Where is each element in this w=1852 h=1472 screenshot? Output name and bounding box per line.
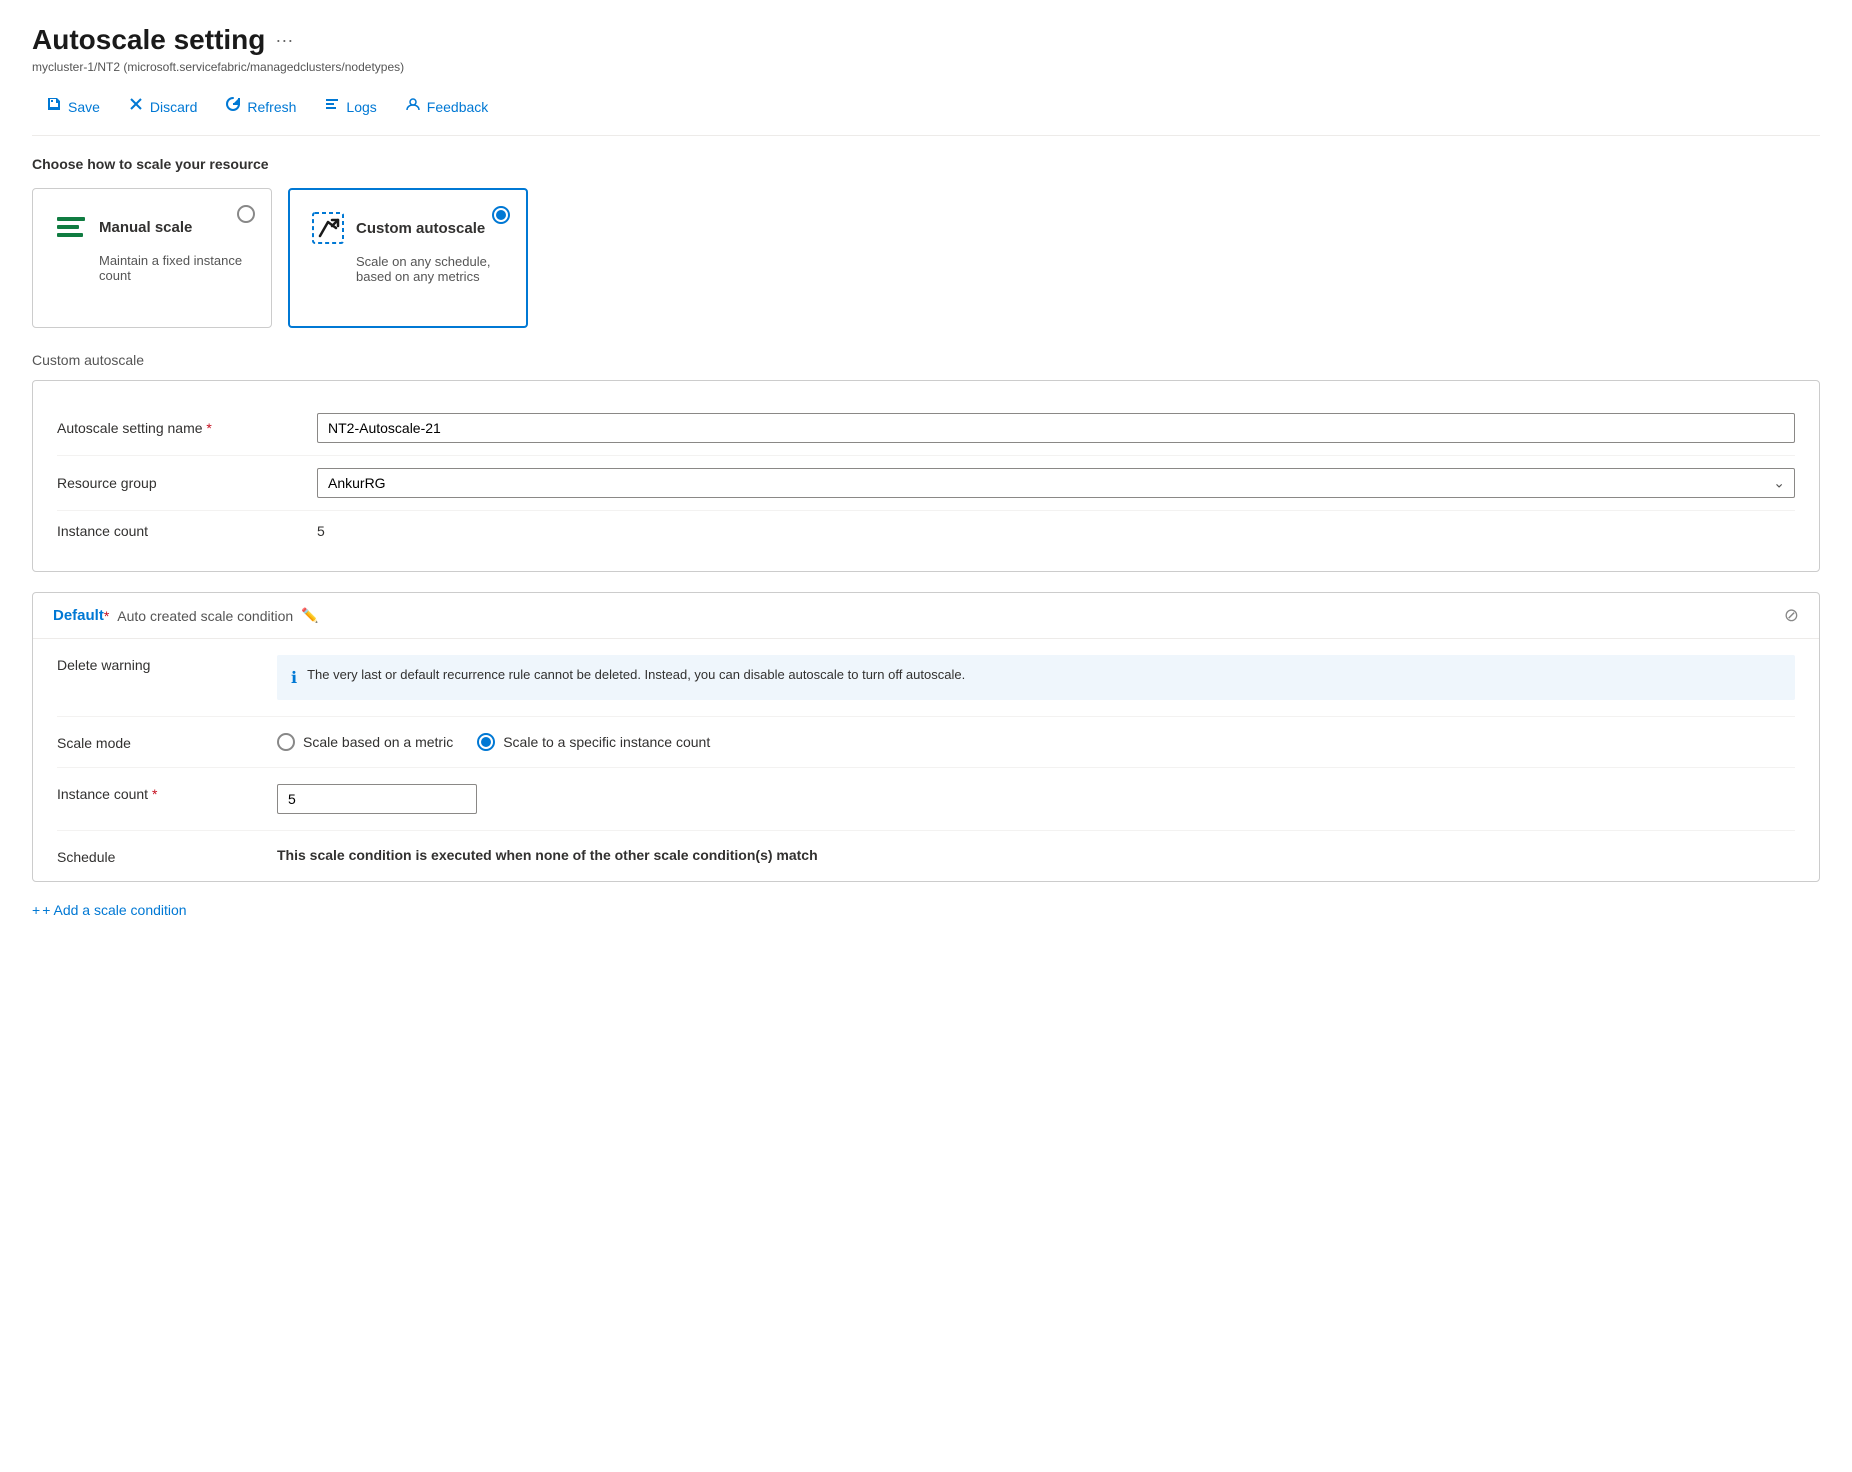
- add-condition-plus-icon: +: [32, 902, 40, 918]
- resource-group-select[interactable]: AnkurRG: [317, 468, 1795, 498]
- scale-options: Manual scale Maintain a fixed instance c…: [32, 188, 1820, 328]
- logs-icon: [324, 96, 340, 117]
- schedule-label: Schedule: [57, 847, 277, 865]
- custom-autoscale-section-label: Custom autoscale: [32, 352, 1820, 368]
- condition-box: Default * Auto created scale condition ✏…: [32, 592, 1820, 882]
- scale-metric-label: Scale based on a metric: [303, 734, 453, 750]
- delete-warning-text: The very last or default recurrence rule…: [307, 667, 965, 682]
- scale-mode-label: Scale mode: [57, 733, 277, 751]
- info-icon: ℹ: [291, 668, 297, 688]
- autoscale-name-row: Autoscale setting name *: [57, 401, 1795, 456]
- resource-group-label: Resource group: [57, 475, 317, 491]
- instance-count-value: 5: [317, 523, 325, 539]
- condition-default-tag: Default: [53, 607, 104, 624]
- discard-button[interactable]: Discard: [114, 90, 211, 123]
- schedule-text: This scale condition is executed when no…: [277, 847, 818, 863]
- condition-instance-count-label: Instance count *: [57, 784, 277, 802]
- feedback-button[interactable]: Feedback: [391, 90, 502, 123]
- condition-title-text: Auto created scale condition: [117, 608, 293, 624]
- logs-button[interactable]: Logs: [310, 90, 390, 123]
- condition-body: Delete warning ℹ The very last or defaul…: [33, 639, 1819, 881]
- edit-icon[interactable]: ✏️: [301, 607, 318, 624]
- manual-scale-radio[interactable]: [237, 205, 255, 223]
- autoscale-form-box: Autoscale setting name * Resource group …: [32, 380, 1820, 572]
- refresh-button[interactable]: Refresh: [211, 90, 310, 123]
- custom-autoscale-desc: Scale on any schedule, based on any metr…: [356, 254, 506, 284]
- manual-scale-desc: Maintain a fixed instance count: [99, 253, 251, 283]
- delete-warning-label: Delete warning: [57, 655, 277, 673]
- scale-specific-radio-option[interactable]: Scale to a specific instance count: [477, 733, 710, 751]
- custom-autoscale-radio[interactable]: [492, 206, 510, 224]
- discard-icon: [128, 96, 144, 117]
- condition-instance-count-row: Instance count *: [57, 768, 1795, 831]
- instance-count-row: Instance count 5: [57, 511, 1795, 551]
- custom-autoscale-title: Custom autoscale: [356, 220, 485, 237]
- delete-condition-icon[interactable]: ⊘: [1784, 605, 1799, 626]
- custom-autoscale-icon: [310, 210, 346, 246]
- scale-metric-radio-option[interactable]: Scale based on a metric: [277, 733, 453, 751]
- delete-warning-info-box: ℹ The very last or default recurrence ru…: [277, 655, 1795, 700]
- scale-specific-radio[interactable]: [477, 733, 495, 751]
- condition-instance-count-input[interactable]: [277, 784, 477, 814]
- save-button[interactable]: Save: [32, 90, 114, 123]
- delete-warning-row: Delete warning ℹ The very last or defaul…: [57, 639, 1795, 717]
- condition-header: Default * Auto created scale condition ✏…: [33, 593, 1819, 639]
- refresh-icon: [225, 96, 241, 117]
- scale-mode-row: Scale mode Scale based on a metric Scale…: [57, 717, 1795, 768]
- manual-scale-title: Manual scale: [99, 219, 192, 236]
- autoscale-name-input[interactable]: [317, 413, 1795, 443]
- autoscale-name-label: Autoscale setting name *: [57, 420, 317, 436]
- schedule-row: Schedule This scale condition is execute…: [57, 831, 1795, 881]
- resource-group-row: Resource group AnkurRG ⌄: [57, 456, 1795, 511]
- scale-metric-radio[interactable]: [277, 733, 295, 751]
- add-scale-condition-button[interactable]: + + Add a scale condition: [32, 902, 1820, 918]
- feedback-icon: [405, 96, 421, 117]
- save-icon: [46, 96, 62, 117]
- toolbar: Save Discard Refresh Logs Feedback: [32, 90, 1820, 136]
- add-condition-label: + Add a scale condition: [42, 902, 186, 918]
- custom-autoscale-card[interactable]: Custom autoscale Scale on any schedule, …: [288, 188, 528, 328]
- manual-scale-card[interactable]: Manual scale Maintain a fixed instance c…: [32, 188, 272, 328]
- manual-scale-icon: [53, 209, 89, 245]
- page-subtitle: mycluster-1/NT2 (microsoft.servicefabric…: [32, 60, 1820, 74]
- choose-scale-label: Choose how to scale your resource: [32, 156, 1820, 172]
- instance-count-label: Instance count: [57, 523, 317, 539]
- page-title: Autoscale setting ···: [32, 24, 1820, 56]
- scale-specific-label: Scale to a specific instance count: [503, 734, 710, 750]
